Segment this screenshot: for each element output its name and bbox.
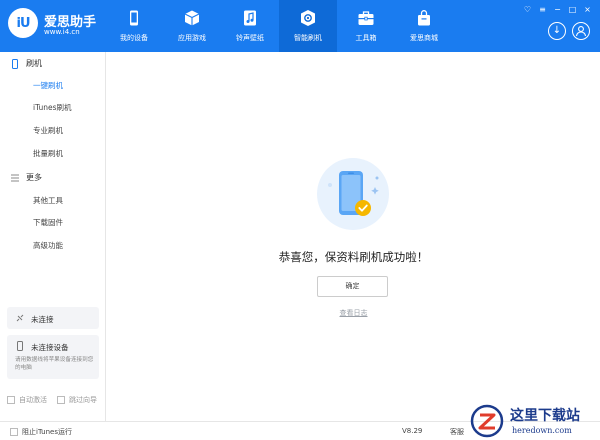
cube-icon	[184, 10, 200, 26]
user-icon[interactable]	[572, 22, 590, 40]
maximize-icon[interactable]: □	[568, 5, 577, 14]
skin-icon[interactable]: ♡	[523, 5, 532, 14]
download-icon[interactable]: ↓	[548, 22, 566, 40]
sidebar-item-advanced[interactable]: 高级功能	[33, 240, 63, 251]
customer-service-link[interactable]: 客服	[450, 427, 464, 437]
sidebar-item-itunes-flash[interactable]: iTunes刷机	[33, 102, 72, 113]
sidebar-section-more: 更多	[10, 172, 42, 183]
sidebar-item-one-click-flash[interactable]: 一键刷机	[33, 80, 63, 91]
device-connect-box[interactable]: 未连接设备 请用数据线将苹果设备连接到您的电脑	[7, 335, 99, 379]
bag-icon	[418, 10, 430, 26]
sidebar-section-flash: 刷机	[10, 58, 42, 69]
site-watermark: 这里下载站 heredown.com	[468, 402, 600, 440]
watermark-logo-icon	[470, 404, 504, 438]
block-itunes-checkbox[interactable]: 阻止iTunes运行	[10, 427, 72, 437]
sidebar-item-download-firmware[interactable]: 下载固件	[33, 217, 63, 228]
window-controls: ♡ ≡ − □ ×	[523, 5, 592, 14]
success-message: 恭喜您，保资料刷机成功啦！	[278, 250, 429, 264]
skip-guide-checkbox[interactable]: 跳过向导	[57, 395, 97, 405]
ringtone-icon	[244, 10, 256, 26]
app-url: www.i4.cn	[44, 28, 80, 36]
nav-apps-games[interactable]: 应用游戏	[163, 0, 221, 52]
phone-outline-icon	[17, 341, 23, 351]
list-icon	[11, 174, 19, 181]
flash-success-illustration	[317, 158, 389, 230]
sidebar-item-other-tools[interactable]: 其他工具	[33, 195, 63, 206]
nav-smart-flash[interactable]: 智能刷机	[279, 0, 337, 52]
menu-icon[interactable]: ≡	[538, 5, 547, 14]
version-label: V8.29	[402, 427, 423, 435]
checkbox-box[interactable]	[7, 396, 15, 404]
top-bar: iU 爱思助手 www.i4.cn 我的设备 应用游戏 铃声壁纸 智能刷机 工具…	[0, 0, 600, 52]
main-panel: 恭喜您，保资料刷机成功啦！ 确定 查看日志	[107, 52, 600, 421]
sidebar-item-pro-flash[interactable]: 专业刷机	[33, 125, 63, 136]
phone-outline-icon	[12, 58, 18, 69]
toolbox-icon	[358, 11, 374, 25]
checkbox-box[interactable]	[57, 396, 65, 404]
auto-activate-checkbox[interactable]: 自动激活	[7, 395, 47, 405]
close-icon[interactable]: ×	[583, 5, 592, 14]
nav-my-device[interactable]: 我的设备	[105, 0, 163, 52]
checkbox-box[interactable]	[10, 428, 18, 436]
nav-toolbox[interactable]: 工具箱	[337, 0, 395, 52]
phone-icon	[130, 10, 138, 26]
nav-i4-store[interactable]: 爱思商城	[395, 0, 453, 52]
sidebar-item-batch-flash[interactable]: 批量刷机	[33, 148, 63, 159]
device-status-box[interactable]: 未连接	[7, 307, 99, 329]
confirm-button[interactable]: 确定	[317, 276, 388, 297]
nav-ringtones-wallpapers[interactable]: 铃声壁纸	[221, 0, 279, 52]
view-log-link[interactable]: 查看日志	[107, 308, 600, 318]
sidebar: 刷机 一键刷机 iTunes刷机 专业刷机 批量刷机 更多 其他工具 下载固件 …	[0, 52, 106, 421]
flash-icon	[301, 10, 315, 26]
disconnect-icon	[16, 314, 24, 322]
app-logo: iU	[8, 8, 38, 38]
minimize-icon[interactable]: −	[553, 5, 562, 14]
